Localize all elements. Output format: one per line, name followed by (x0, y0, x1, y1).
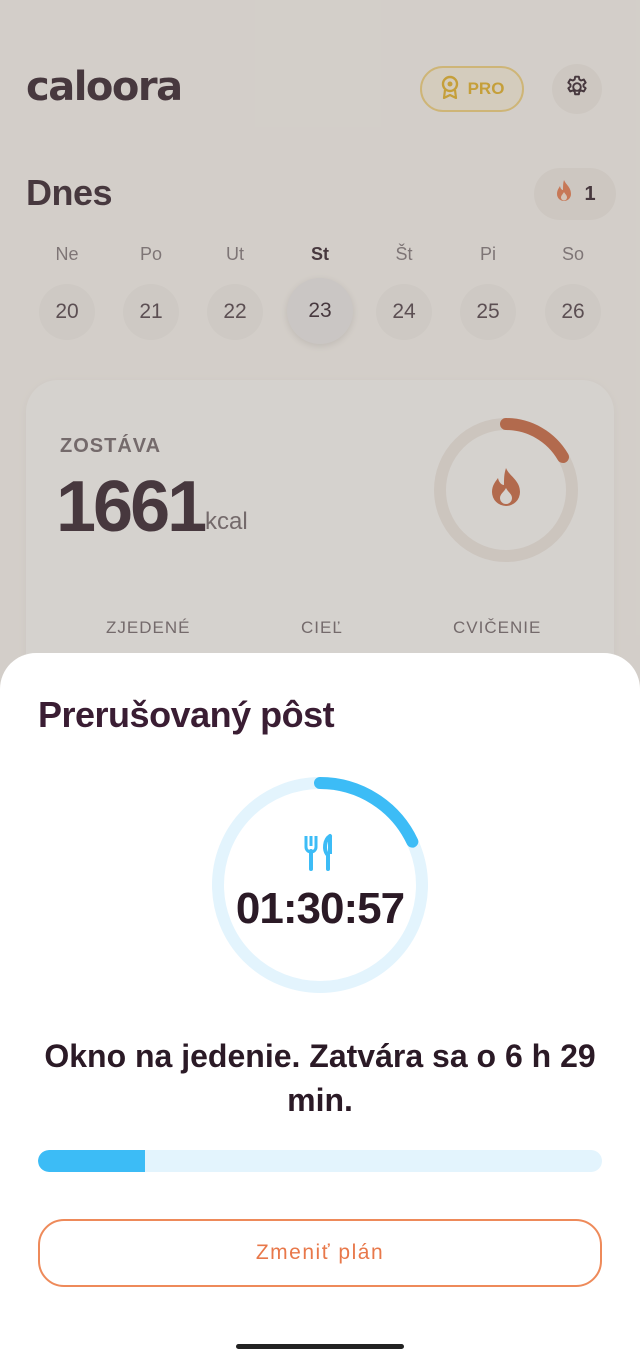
fasting-progress-bar (38, 1150, 602, 1172)
fasting-progress-fill (38, 1150, 146, 1172)
change-plan-button[interactable]: Zmeniť plán (38, 1219, 602, 1287)
eating-window-status: Okno na jedenie. Zatvára sa o 6 h 29 min… (44, 1038, 596, 1118)
sheet-title: Prerušovaný pôst (38, 694, 335, 735)
fasting-timer: 01:30:57 (235, 884, 405, 933)
home-indicator[interactable] (236, 1344, 404, 1349)
cutlery-icon (304, 834, 332, 871)
